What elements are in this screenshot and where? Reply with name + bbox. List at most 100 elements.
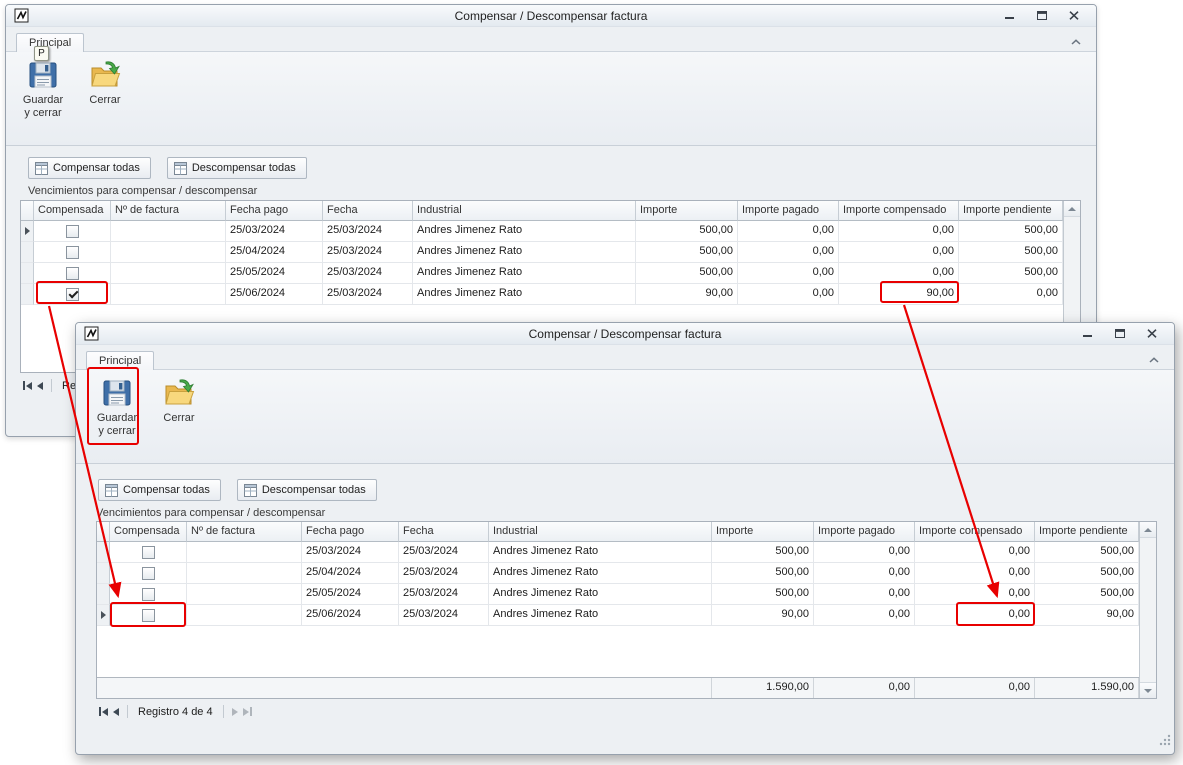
grid-cell[interactable] bbox=[187, 584, 302, 605]
grid-cell[interactable]: 0,00 bbox=[959, 284, 1063, 305]
grid-cell[interactable]: Andres Jimenez Rato bbox=[413, 263, 636, 284]
grid-cell[interactable]: 0,00 bbox=[839, 242, 959, 263]
grid-cell[interactable] bbox=[111, 263, 226, 284]
compensada-checkbox[interactable] bbox=[66, 225, 79, 238]
grid-cell[interactable] bbox=[187, 542, 302, 563]
close-button[interactable] bbox=[1144, 327, 1160, 341]
descompensar-todas-button[interactable]: Descompensar todas bbox=[237, 479, 377, 501]
compensada-cell[interactable] bbox=[110, 542, 187, 563]
grid-cell[interactable] bbox=[111, 284, 226, 305]
grid-cell[interactable]: 500,00 bbox=[959, 242, 1063, 263]
column-header[interactable]: Importe pagado bbox=[738, 201, 839, 221]
grid-cell[interactable]: Andres Jimenez Rato bbox=[413, 284, 636, 305]
nav-prev-button[interactable] bbox=[113, 708, 119, 716]
compensada-cell[interactable] bbox=[34, 221, 111, 242]
compensada-cell[interactable] bbox=[34, 263, 111, 284]
guardar-y-cerrar-button[interactable]: Guardar y cerrar bbox=[16, 56, 70, 145]
column-header[interactable]: Fecha pago bbox=[226, 201, 323, 221]
compensada-checkbox[interactable] bbox=[66, 288, 79, 301]
compensada-cell[interactable] bbox=[34, 284, 111, 305]
grid-cell[interactable] bbox=[187, 605, 302, 626]
column-header[interactable]: Fecha bbox=[323, 201, 413, 221]
column-header[interactable]: Industrial bbox=[489, 522, 712, 542]
grid-cell[interactable]: 500,00 bbox=[712, 563, 814, 584]
maximize-button[interactable] bbox=[1112, 327, 1128, 341]
compensada-cell[interactable] bbox=[110, 584, 187, 605]
grid-cell[interactable]: 25/03/2024 bbox=[323, 242, 413, 263]
grid-cell[interactable] bbox=[187, 563, 302, 584]
grid-cell[interactable]: Andres Jimenez Rato bbox=[413, 221, 636, 242]
grid-cell[interactable]: 0,00 bbox=[814, 584, 915, 605]
grid-cell[interactable]: 25/03/2024 bbox=[323, 221, 413, 242]
titlebar[interactable]: Compensar / Descompensar factura bbox=[6, 5, 1096, 27]
column-header[interactable]: Importe pendiente bbox=[1035, 522, 1139, 542]
grid-cell[interactable]: Andres Jimenez Rato bbox=[489, 563, 712, 584]
minimize-button[interactable] bbox=[1080, 327, 1096, 341]
grid-cell[interactable]: 25/03/2024 bbox=[399, 542, 489, 563]
compensada-checkbox[interactable] bbox=[66, 267, 79, 280]
tab-principal[interactable]: Principal bbox=[16, 33, 84, 52]
nav-next-button[interactable] bbox=[232, 708, 238, 716]
grid-cell[interactable]: 0,00 bbox=[915, 584, 1035, 605]
column-header[interactable]: Importe pendiente bbox=[959, 201, 1063, 221]
ribbon-collapse-icon[interactable] bbox=[1070, 39, 1082, 46]
grid-cell[interactable] bbox=[111, 242, 226, 263]
maximize-button[interactable] bbox=[1034, 9, 1050, 23]
scroll-up-button[interactable] bbox=[1140, 522, 1156, 538]
grid-cell[interactable]: 25/05/2024 bbox=[226, 263, 323, 284]
column-header[interactable]: Importe bbox=[636, 201, 738, 221]
grid-cell[interactable]: 90,00 bbox=[712, 605, 814, 626]
grid-cell[interactable]: 25/04/2024 bbox=[302, 563, 399, 584]
nav-prev-button[interactable] bbox=[37, 382, 43, 390]
nav-first-button[interactable] bbox=[99, 707, 108, 716]
grid-cell[interactable]: 25/03/2024 bbox=[399, 584, 489, 605]
grid-cell[interactable]: 90,00 bbox=[636, 284, 738, 305]
close-button[interactable] bbox=[1066, 9, 1082, 23]
grid-cell[interactable]: 0,00 bbox=[839, 263, 959, 284]
compensada-checkbox[interactable] bbox=[142, 567, 155, 580]
grid-cell[interactable]: 500,00 bbox=[1035, 563, 1139, 584]
cerrar-button[interactable]: Cerrar bbox=[78, 56, 132, 145]
column-header[interactable]: Compensada bbox=[34, 201, 111, 221]
compensada-cell[interactable] bbox=[110, 605, 187, 626]
grid-cell[interactable]: Andres Jimenez Rato bbox=[489, 605, 712, 626]
grid-cell[interactable]: 0,00 bbox=[814, 542, 915, 563]
resize-grip[interactable] bbox=[1159, 733, 1171, 751]
grid-cell[interactable] bbox=[111, 221, 226, 242]
grid-cell[interactable]: 25/03/2024 bbox=[323, 263, 413, 284]
compensada-checkbox[interactable] bbox=[142, 546, 155, 559]
grid-cell[interactable]: 25/03/2024 bbox=[226, 221, 323, 242]
grid-cell[interactable]: 90,00 bbox=[839, 284, 959, 305]
grid-cell[interactable]: 500,00 bbox=[959, 221, 1063, 242]
minimize-button[interactable] bbox=[1002, 9, 1018, 23]
descompensar-todas-button[interactable]: Descompensar todas bbox=[167, 157, 307, 179]
compensar-todas-button[interactable]: Compensar todas bbox=[28, 157, 151, 179]
grid-cell[interactable]: 25/03/2024 bbox=[323, 284, 413, 305]
grid-cell[interactable]: 500,00 bbox=[959, 263, 1063, 284]
scroll-up-button[interactable] bbox=[1064, 201, 1080, 217]
compensar-todas-button[interactable]: Compensar todas bbox=[98, 479, 221, 501]
grid-cell[interactable]: 0,00 bbox=[738, 263, 839, 284]
grid-cell[interactable]: 25/03/2024 bbox=[399, 563, 489, 584]
grid-cell[interactable]: 500,00 bbox=[636, 242, 738, 263]
compensada-checkbox[interactable] bbox=[142, 588, 155, 601]
grid-cell[interactable]: 0,00 bbox=[738, 242, 839, 263]
scroll-down-button[interactable] bbox=[1140, 682, 1156, 698]
grid-cell[interactable]: Andres Jimenez Rato bbox=[413, 242, 636, 263]
column-header[interactable]: Nº de factura bbox=[187, 522, 302, 542]
grid-cell[interactable]: 0,00 bbox=[738, 284, 839, 305]
grid-cell[interactable]: 25/04/2024 bbox=[226, 242, 323, 263]
tab-principal[interactable]: Principal bbox=[86, 351, 154, 370]
grid-cell[interactable]: 0,00 bbox=[814, 605, 915, 626]
grid-cell[interactable]: 500,00 bbox=[712, 542, 814, 563]
grid-cell[interactable]: 500,00 bbox=[712, 584, 814, 605]
grid-cell[interactable]: 25/03/2024 bbox=[399, 605, 489, 626]
nav-last-button[interactable] bbox=[243, 707, 252, 716]
grid-cell[interactable]: 0,00 bbox=[738, 221, 839, 242]
grid-cell[interactable]: 25/03/2024 bbox=[302, 542, 399, 563]
column-header[interactable]: Importe pagado bbox=[814, 522, 915, 542]
compensada-cell[interactable] bbox=[34, 242, 111, 263]
grid-cell[interactable]: 500,00 bbox=[636, 221, 738, 242]
grid-cell[interactable]: Andres Jimenez Rato bbox=[489, 542, 712, 563]
guardar-y-cerrar-button[interactable]: Guardar y cerrar bbox=[90, 374, 144, 463]
